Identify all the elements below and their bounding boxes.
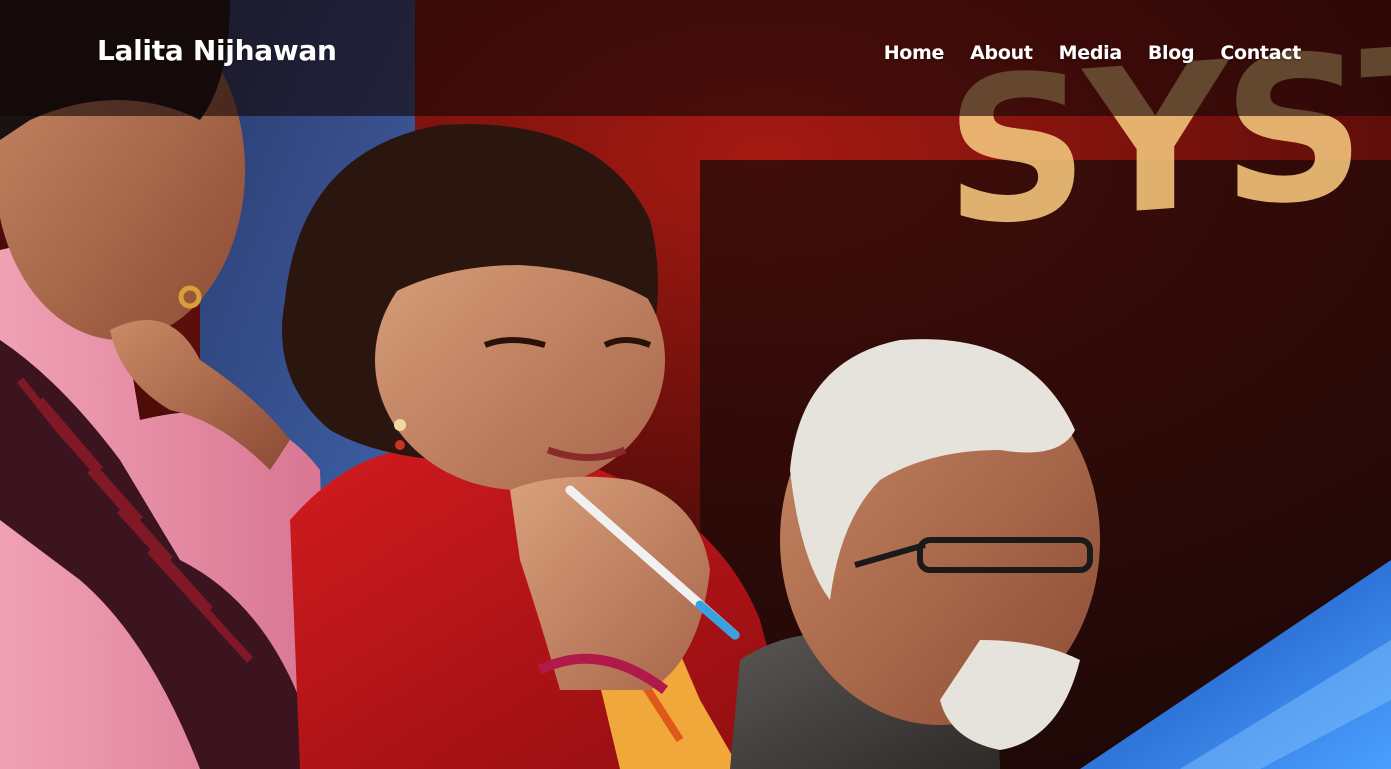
nav-item-home: Home	[884, 42, 945, 64]
nav-item-contact: Contact	[1220, 42, 1301, 64]
nav-link-about[interactable]: About	[970, 42, 1033, 64]
nav-item-about: About	[970, 42, 1033, 64]
site-brand-link[interactable]: Lalita Nijhawan	[97, 34, 337, 67]
nav-link-home[interactable]: Home	[884, 42, 945, 64]
main-nav: Home About Media Blog Contact	[884, 42, 1302, 64]
top-navbar: Lalita Nijhawan Home About Media Blog Co…	[0, 0, 1391, 116]
nav-item-blog: Blog	[1148, 42, 1195, 64]
hero-section: SYST Lalita Nijhawan Home About Media Bl…	[0, 0, 1391, 769]
nav-item-media: Media	[1059, 42, 1123, 64]
nav-link-media[interactable]: Media	[1059, 42, 1123, 64]
nav-link-contact[interactable]: Contact	[1220, 42, 1301, 64]
nav-link-blog[interactable]: Blog	[1148, 42, 1195, 64]
